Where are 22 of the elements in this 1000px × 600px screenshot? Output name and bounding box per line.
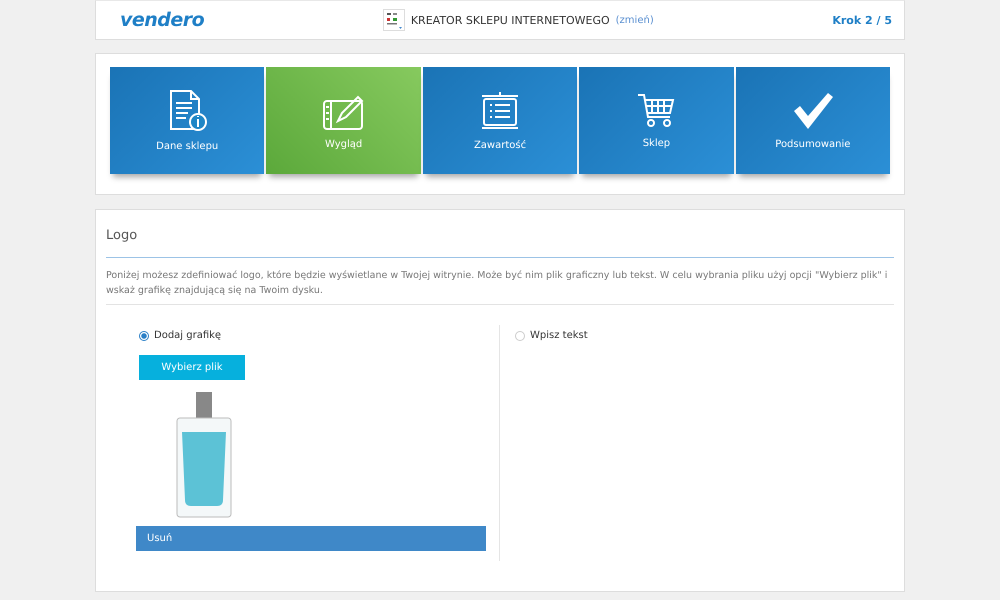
shopping-cart-icon xyxy=(636,92,676,130)
template-thumbnail-icon[interactable] xyxy=(382,9,405,31)
checkmark-icon xyxy=(792,91,834,131)
step-tile[interactable]: Podsumowanie xyxy=(736,67,890,174)
step-tile[interactable]: Wygląd xyxy=(266,67,421,174)
vendero-logo[interactable]: vendero xyxy=(120,9,204,31)
choose-file-button[interactable]: Wybierz plik xyxy=(139,355,245,380)
section-title: Logo xyxy=(106,210,894,258)
radio-button[interactable] xyxy=(515,330,525,340)
radio-label: Wpisz tekst xyxy=(530,330,588,341)
step-tile[interactable]: Zawartość xyxy=(422,67,578,174)
step-counter: Krok 2 / 5 xyxy=(832,14,892,26)
radio-option[interactable]: Dodaj grafikę xyxy=(139,330,222,341)
section-description: Poniżej możesz zdefiniować logo, które będzie wyświetlane w Twojej witrynie. Może być nim plik graficzny lub tekst. W celu wybrania pliku użyj opcji "Wybierz plik" i wskaż grafikę znajdującą się na Twoim dysku. xyxy=(106,258,894,305)
change-link[interactable]: (zmień) xyxy=(616,14,654,26)
step-tile[interactable]: Dane sklepu xyxy=(110,67,264,174)
radio-label: Dodaj grafikę xyxy=(154,330,222,341)
step-tile[interactable]: Sklep xyxy=(579,67,734,174)
radio-option[interactable]: Wpisz tekst xyxy=(515,330,588,341)
wizard-title: KREATOR SKLEPU INTERNETOWEGO xyxy=(410,14,610,26)
remove-button[interactable]: Usuń xyxy=(136,526,486,551)
radio-button[interactable] xyxy=(139,330,149,340)
